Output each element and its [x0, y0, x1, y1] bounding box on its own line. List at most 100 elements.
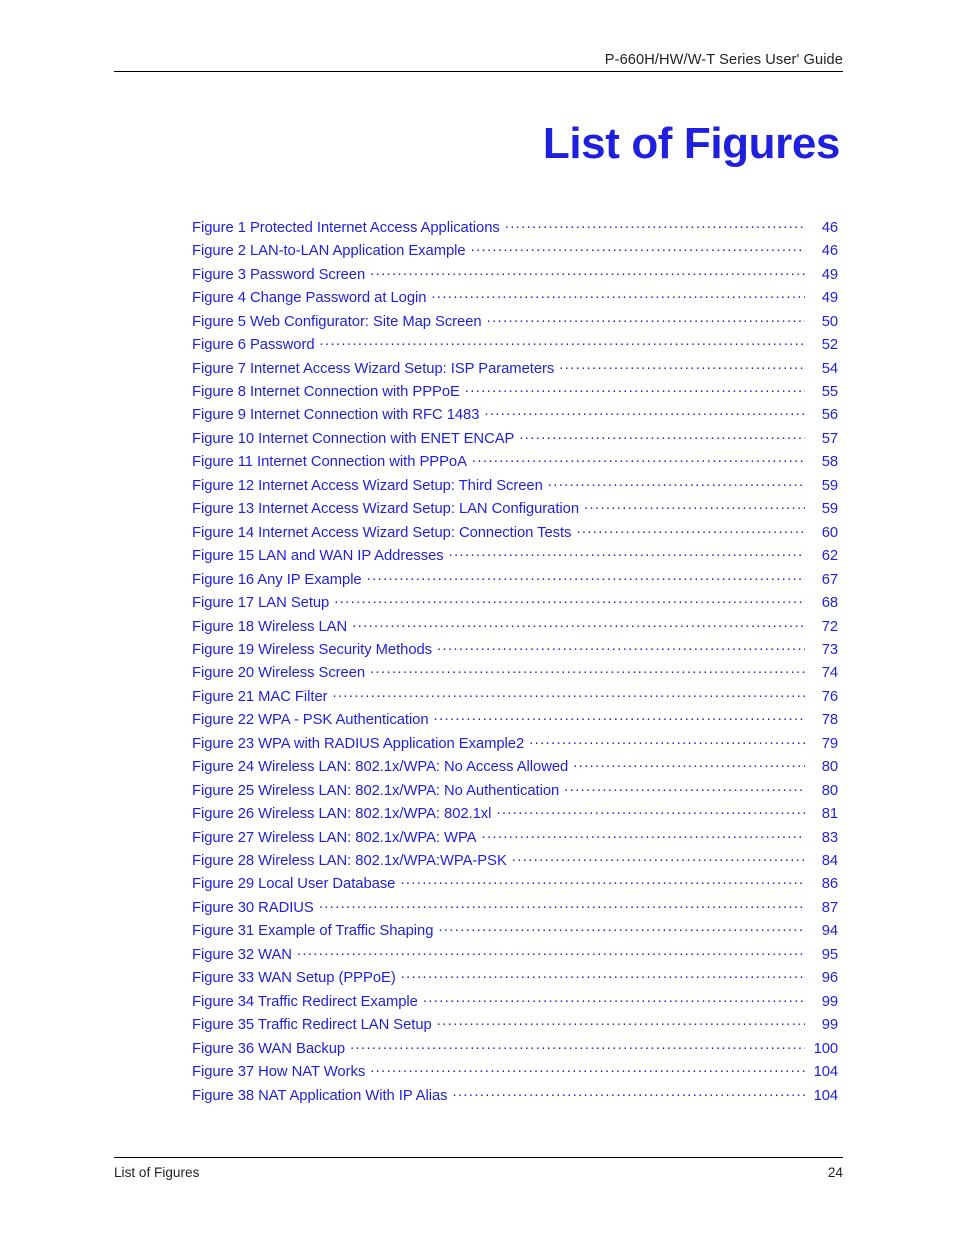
figure-entry-page-number: 46 [821, 219, 838, 236]
figure-entry-page-number: 78 [821, 712, 838, 729]
figure-entry-page-number: 49 [821, 266, 838, 283]
dot-leader [370, 1061, 805, 1076]
figure-entry-label: Figure 29 Local User Database [192, 876, 396, 893]
list-item[interactable]: Figure 38 NAT Application With IP Alias 1… [192, 1085, 838, 1108]
figure-entry-label: Figure 11 Internet Connection with PPPoA [192, 454, 467, 471]
list-item[interactable]: Figure 37 How NAT Works 104 [192, 1061, 838, 1084]
list-item[interactable]: Figure 9 Internet Connection with RFC 14… [192, 405, 838, 428]
dot-leader [584, 498, 805, 513]
dot-leader [438, 921, 805, 936]
list-item[interactable]: Figure 12 Internet Access Wizard Setup: … [192, 475, 838, 498]
list-item[interactable]: Figure 17 LAN Setup 68 [192, 592, 838, 615]
figure-entry-page-number: 46 [821, 243, 838, 260]
dot-leader [548, 475, 805, 490]
list-item[interactable]: Figure 32 WAN 95 [192, 944, 838, 967]
dot-leader [465, 381, 805, 396]
figure-entry-page-number: 100 [813, 1040, 838, 1057]
figure-entry-page-number: 104 [813, 1087, 838, 1104]
footer-page-number: 24 [827, 1165, 843, 1180]
figure-entry-page-number: 104 [813, 1064, 838, 1081]
list-item[interactable]: Figure 11 Internet Connection with PPPoA… [192, 452, 838, 475]
list-item[interactable]: Figure 5 Web Configurator: Site Map Scre… [192, 311, 838, 334]
list-item[interactable]: Figure 13 Internet Access Wizard Setup: … [192, 498, 838, 521]
dot-leader [431, 287, 805, 302]
dot-leader [401, 968, 805, 983]
figure-entry-label: Figure 5 Web Configurator: Site Map Scre… [192, 313, 482, 330]
figure-entry-page-number: 83 [821, 829, 838, 846]
list-item[interactable]: Figure 30 RADIUS 87 [192, 897, 838, 920]
document-page: P-660H/HW/W-T Series User' Guide List of… [0, 0, 954, 1235]
list-item[interactable]: Figure 8 Internet Connection with PPPoE 5… [192, 381, 838, 404]
list-item[interactable]: Figure 20 Wireless Screen 74 [192, 663, 838, 686]
figure-entry-page-number: 52 [821, 337, 838, 354]
list-item[interactable]: Figure 25 Wireless LAN: 802.1x/WPA: No A… [192, 780, 838, 803]
dot-leader [484, 405, 805, 420]
list-item[interactable]: Figure 21 MAC Filter 76 [192, 686, 838, 709]
list-item[interactable]: Figure 27 Wireless LAN: 802.1x/WPA: WPA 8… [192, 827, 838, 850]
figure-entry-label: Figure 34 Traffic Redirect Example [192, 993, 418, 1010]
figure-entry-page-number: 86 [821, 876, 838, 893]
figure-entry-page-number: 59 [821, 501, 838, 518]
dot-leader [437, 639, 805, 654]
list-item[interactable]: Figure 29 Local User Database 86 [192, 874, 838, 897]
list-item[interactable]: Figure 22 WPA - PSK Authentication 78 [192, 710, 838, 733]
dot-leader [452, 1085, 805, 1100]
dot-leader [370, 663, 805, 678]
list-item[interactable]: Figure 1 Protected Internet Access Appli… [192, 217, 838, 240]
dot-leader [573, 756, 805, 771]
list-item[interactable]: Figure 2 LAN-to-LAN Application Example 4… [192, 240, 838, 263]
figure-entry-page-number: 54 [821, 360, 838, 377]
figure-entry-label: Figure 30 RADIUS [192, 899, 314, 916]
figure-entry-label: Figure 16 Any IP Example [192, 571, 362, 588]
dot-leader [487, 311, 805, 326]
figure-entry-page-number: 57 [821, 430, 838, 447]
dot-leader [564, 780, 805, 795]
list-item[interactable]: Figure 7 Internet Access Wizard Setup: I… [192, 358, 838, 381]
running-header-title: P-660H/HW/W-T Series User' Guide [604, 52, 843, 68]
list-item[interactable]: Figure 19 Wireless Security Methods 73 [192, 639, 838, 662]
list-item[interactable]: Figure 4 Change Password at Login 49 [192, 287, 838, 310]
list-item[interactable]: Figure 18 Wireless LAN 72 [192, 616, 838, 639]
dot-leader [319, 897, 805, 912]
list-item[interactable]: Figure 36 WAN Backup 100 [192, 1038, 838, 1061]
figure-entry-label: Figure 9 Internet Connection with RFC 14… [192, 407, 480, 424]
figure-entry-page-number: 99 [821, 1017, 838, 1034]
figure-entry-label: Figure 28 Wireless LAN: 802.1x/WPA:WPA-P… [192, 853, 507, 870]
figure-entry-label: Figure 12 Internet Access Wizard Setup: … [192, 477, 543, 494]
figure-entry-label: Figure 17 LAN Setup [192, 595, 330, 612]
figure-entry-label: Figure 7 Internet Access Wizard Setup: I… [192, 360, 555, 377]
figure-entry-page-number: 62 [821, 548, 838, 565]
figure-entry-page-number: 49 [821, 290, 838, 307]
list-item[interactable]: Figure 23 WPA with RADIUS Application Ex… [192, 733, 838, 756]
figure-entry-page-number: 79 [821, 735, 838, 752]
dot-leader [519, 428, 805, 443]
list-item[interactable]: Figure 6 Password 52 [192, 334, 838, 357]
list-item[interactable]: Figure 24 Wireless LAN: 802.1x/WPA: No A… [192, 756, 838, 779]
list-item[interactable]: Figure 10 Internet Connection with ENET … [192, 428, 838, 451]
list-item[interactable]: Figure 26 Wireless LAN: 802.1x/WPA: 802.… [192, 803, 838, 826]
figure-entry-page-number: 55 [821, 383, 838, 400]
list-item[interactable]: Figure 16 Any IP Example 67 [192, 569, 838, 592]
list-item[interactable]: Figure 35 Traffic Redirect LAN Setup 99 [192, 1014, 838, 1037]
figure-entry-label: Figure 26 Wireless LAN: 802.1x/WPA: 802.… [192, 806, 492, 823]
dot-leader [496, 803, 805, 818]
figure-entry-page-number: 80 [821, 759, 838, 776]
dot-leader [471, 240, 805, 255]
list-item[interactable]: Figure 33 WAN Setup (PPPoE) 96 [192, 968, 838, 991]
dot-leader [505, 217, 805, 232]
dot-leader [576, 522, 805, 537]
list-item[interactable]: Figure 3 Password Screen 49 [192, 264, 838, 287]
list-item[interactable]: Figure 34 Traffic Redirect Example 99 [192, 991, 838, 1014]
figure-entry-label: Figure 24 Wireless LAN: 802.1x/WPA: No A… [192, 759, 569, 776]
list-item[interactable]: Figure 15 LAN and WAN IP Addresses 62 [192, 545, 838, 568]
figure-entry-page-number: 94 [821, 923, 838, 940]
figure-entry-page-number: 80 [821, 782, 838, 799]
figure-entry-page-number: 59 [821, 477, 838, 494]
figure-entry-label: Figure 10 Internet Connection with ENET … [192, 430, 515, 447]
list-item[interactable]: Figure 14 Internet Access Wizard Setup: … [192, 522, 838, 545]
figure-entry-label: Figure 18 Wireless LAN [192, 618, 348, 635]
list-item[interactable]: Figure 31 Example of Traffic Shaping 94 [192, 921, 838, 944]
figure-entry-page-number: 58 [821, 454, 838, 471]
list-item[interactable]: Figure 28 Wireless LAN: 802.1x/WPA:WPA-P… [192, 850, 838, 873]
figure-entry-page-number: 95 [821, 946, 838, 963]
